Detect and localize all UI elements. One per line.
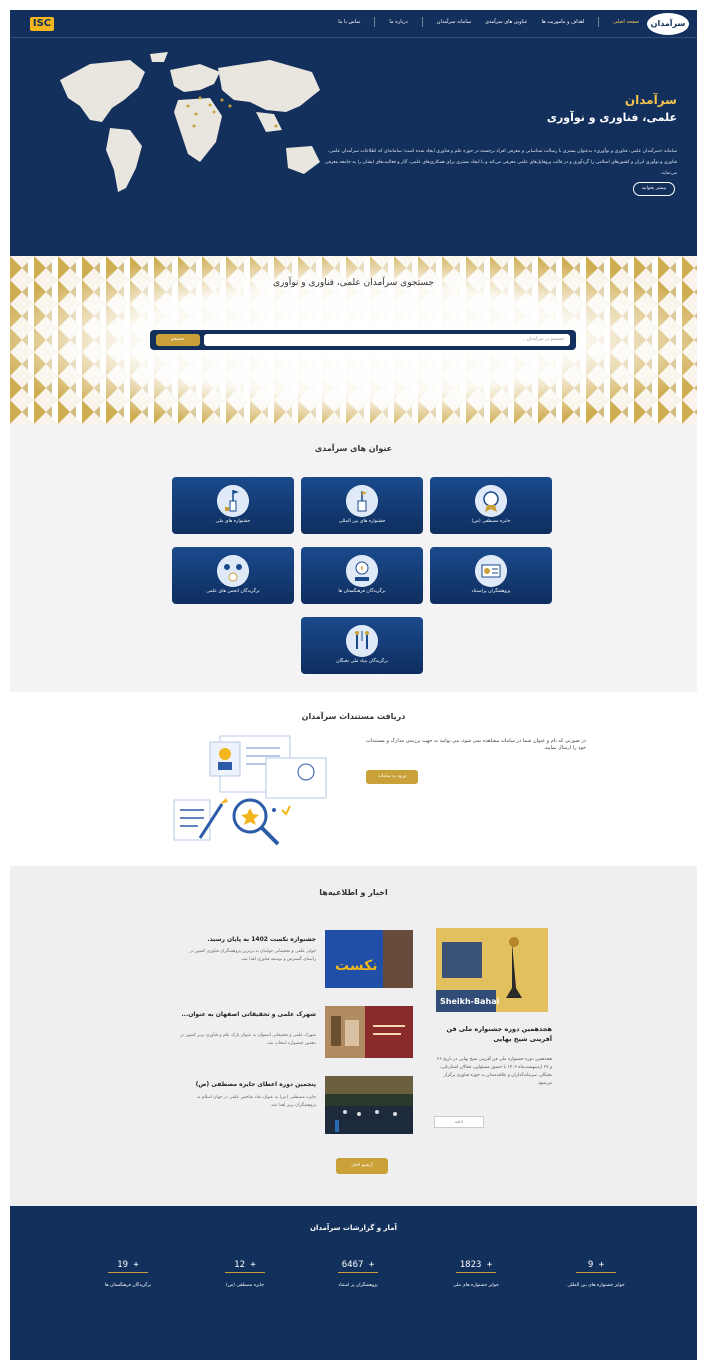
people-icon: [346, 625, 378, 657]
news-text-2: شهرک علمی و تحقیقاتی اصفهان به عنوان پار…: [180, 1033, 316, 1046]
nav-separator: [598, 17, 600, 27]
news-text-1: جوایز علمی و تحقیقاتی جهانیان به برترین …: [189, 949, 316, 962]
hero-section: ISC صفحه اصلی اهداف و ماموریت ها عناوین …: [10, 10, 697, 256]
certificates-login-button[interactable]: ورود به سامانه: [366, 770, 418, 784]
search-section: جستجوی سرآمدان علمی، فناوری و نوآوری جست…: [10, 256, 697, 424]
hero-text: سرآمدان علمی، فناوری و نوآوری سامانه «سر…: [317, 93, 677, 179]
medal-icon: [475, 485, 507, 517]
group-icon: [217, 555, 249, 587]
window-frame-top: [0, 0, 703, 10]
flag-icon: [217, 485, 249, 517]
news-image-label: نکست: [335, 958, 377, 974]
stat-label: پژوهشگران پر استناد: [338, 1283, 378, 1288]
stat-label: جوایز جشنواره های بین المللی: [567, 1283, 625, 1288]
card-label: برگزیدگان انجمن های علمی: [206, 589, 260, 594]
stat-value: 19 +: [108, 1260, 148, 1273]
stat-label: جایزه مصطفی (ص): [225, 1283, 265, 1288]
news-title-1[interactable]: جشنواره نکست 1402 به پایان رسید.: [180, 935, 316, 944]
window-frame-left: [0, 0, 10, 1360]
titles-section: عنوان های سرآمدی جایزه مصطفی (ص) جشنواره…: [10, 424, 697, 692]
stat-value: 1823 +: [456, 1260, 496, 1273]
card-elites-foundation[interactable]: برگزیدگان بنیاد ملی نخبگان: [301, 617, 423, 674]
search-input[interactable]: جستجو در سرآمدان...: [204, 334, 570, 346]
nav-separator: [421, 17, 423, 27]
main-news-more-button[interactable]: ادامه: [434, 1116, 484, 1128]
card-mostafa-prize[interactable]: جایزه مصطفی (ص): [430, 477, 552, 534]
stat-academies: 19 + برگزیدگان فرهنگستان ها: [66, 1252, 190, 1288]
news-title-3[interactable]: پنجمین دوره اعطای جایزه مصطفی (ص): [180, 1080, 316, 1089]
card-label: جشنواره های بین المللی: [338, 519, 386, 524]
search-box: جستجو در سرآمدان... جستجو: [150, 330, 576, 350]
hero-title-primary: سرآمدان: [624, 93, 677, 107]
stat-international: 9 + جوایز جشنواره های بین المللی: [534, 1252, 658, 1288]
card-label: جایزه مصطفی (ص): [471, 519, 511, 524]
hero-more-button[interactable]: بیشتر بخوانید: [633, 182, 675, 196]
news-archive-button[interactable]: آرشیو اخبار: [336, 1158, 388, 1174]
news-image-next-festival[interactable]: نکست: [325, 930, 413, 988]
certificates-section: دریافت مستندات سرآمدان در صورتی که نام و…: [10, 692, 697, 866]
award-icon: [346, 555, 378, 587]
card-scientific-associations[interactable]: برگزیدگان انجمن های علمی: [172, 547, 294, 604]
brand-logo[interactable]: سرآمدان: [647, 13, 689, 35]
certificates-description: در صورتی که نام و عنوان شما در سامانه مش…: [365, 738, 586, 751]
stat-cited: 6467 + پژوهشگران پر استناد: [296, 1252, 420, 1288]
nav-system[interactable]: سامانه سرآمدان: [437, 19, 471, 27]
card-national-festivals[interactable]: جشنواره های ملی: [172, 477, 294, 534]
news-image-isfahan[interactable]: [325, 1006, 413, 1058]
nav-menu: صفحه اصلی اهداف و ماموریت ها عناوین های …: [338, 17, 639, 27]
stat-value: 12 +: [225, 1260, 265, 1273]
search-title: جستجوی سرآمدان علمی، فناوری و نوآوری: [273, 278, 434, 288]
stats-section: آمار و گزارشات سرآمدان 9 + جوایز جشنواره…: [10, 1206, 697, 1360]
nav-about[interactable]: درباره ما: [389, 19, 407, 27]
stats-heading: آمار و گزارشات سرآمدان: [310, 1224, 397, 1232]
stat-value: 9 +: [576, 1260, 616, 1273]
news-section: اخبار و اطلاعیه‌ها Sheikh-Bahai هجدهمین …: [10, 866, 697, 1206]
card-label: جشنواره های ملی: [215, 519, 251, 524]
stat-label: جوایز جشنواره های ملی: [453, 1283, 499, 1288]
card-label: پژوهشگران پراستناد: [471, 589, 511, 594]
trophy-icon: [346, 485, 378, 517]
nav-goals[interactable]: اهداف و ماموریت ها: [542, 19, 585, 27]
search-button[interactable]: جستجو: [156, 334, 200, 346]
card-international-festivals[interactable]: جشنواره های بین المللی: [301, 477, 423, 534]
main-news-image-caption: Sheikh-Bahai: [440, 997, 500, 1006]
main-news-title[interactable]: هجدهمین دوره جشنواره ملی فن آفرینی شیخ ب…: [434, 1024, 552, 1044]
nav-titles[interactable]: عناوین های سرآمدی: [485, 19, 527, 27]
navbar: ISC صفحه اصلی اهداف و ماموریت ها عناوین …: [10, 10, 697, 38]
card-label: برگزیدگان بنیاد ملی نخبگان: [336, 659, 388, 664]
main-news-text: هجدهمین دوره جشنواره ملی فن آفرینی شیخ ب…: [437, 1057, 552, 1086]
documents-illustration: [173, 735, 327, 846]
news-title-2[interactable]: شهرک علمی و تحقیقاتی اصفهان به عنوان...: [180, 1010, 316, 1019]
stat-national: 1823 + جوایز جشنواره های ملی: [414, 1252, 538, 1288]
stat-label: برگزیدگان فرهنگستان ها: [104, 1283, 152, 1288]
nav-contact[interactable]: تماس با ما: [338, 19, 360, 27]
nav-home[interactable]: صفحه اصلی: [613, 19, 639, 27]
certificates-heading: دریافت مستندات سرآمدان: [301, 712, 406, 721]
stat-mostafa: 12 + جایزه مصطفی (ص): [183, 1252, 307, 1288]
main-news-image[interactable]: Sheikh-Bahai: [436, 928, 548, 1012]
news-text-3: جایزه مصطفی (ص) به عنوان نماد شاخص علمی …: [197, 1095, 316, 1108]
stat-value: 6467 +: [338, 1260, 378, 1273]
hero-description: سامانه «سرآمدان علمی، فناوری و نوآوری» ب…: [324, 149, 677, 176]
news-image-mostafa-prize[interactable]: [325, 1076, 413, 1134]
window-frame-right: [697, 0, 703, 1360]
card-cited-researchers[interactable]: پژوهشگران پراستناد: [430, 547, 552, 604]
titles-heading: عنوان های سرآمدی: [314, 444, 393, 453]
isc-logo[interactable]: ISC: [30, 17, 54, 31]
hero-title-secondary: علمی، فناوری و نوآوری: [546, 111, 677, 124]
news-heading: اخبار و اطلاعیه‌ها: [319, 888, 388, 897]
card-label: برگزیدگان فرهنگستان ها: [338, 589, 386, 594]
card-academies[interactable]: برگزیدگان فرهنگستان ها: [301, 547, 423, 604]
certificate-icon: [475, 555, 507, 587]
nav-separator: [374, 17, 376, 27]
world-map-image: [60, 52, 320, 192]
